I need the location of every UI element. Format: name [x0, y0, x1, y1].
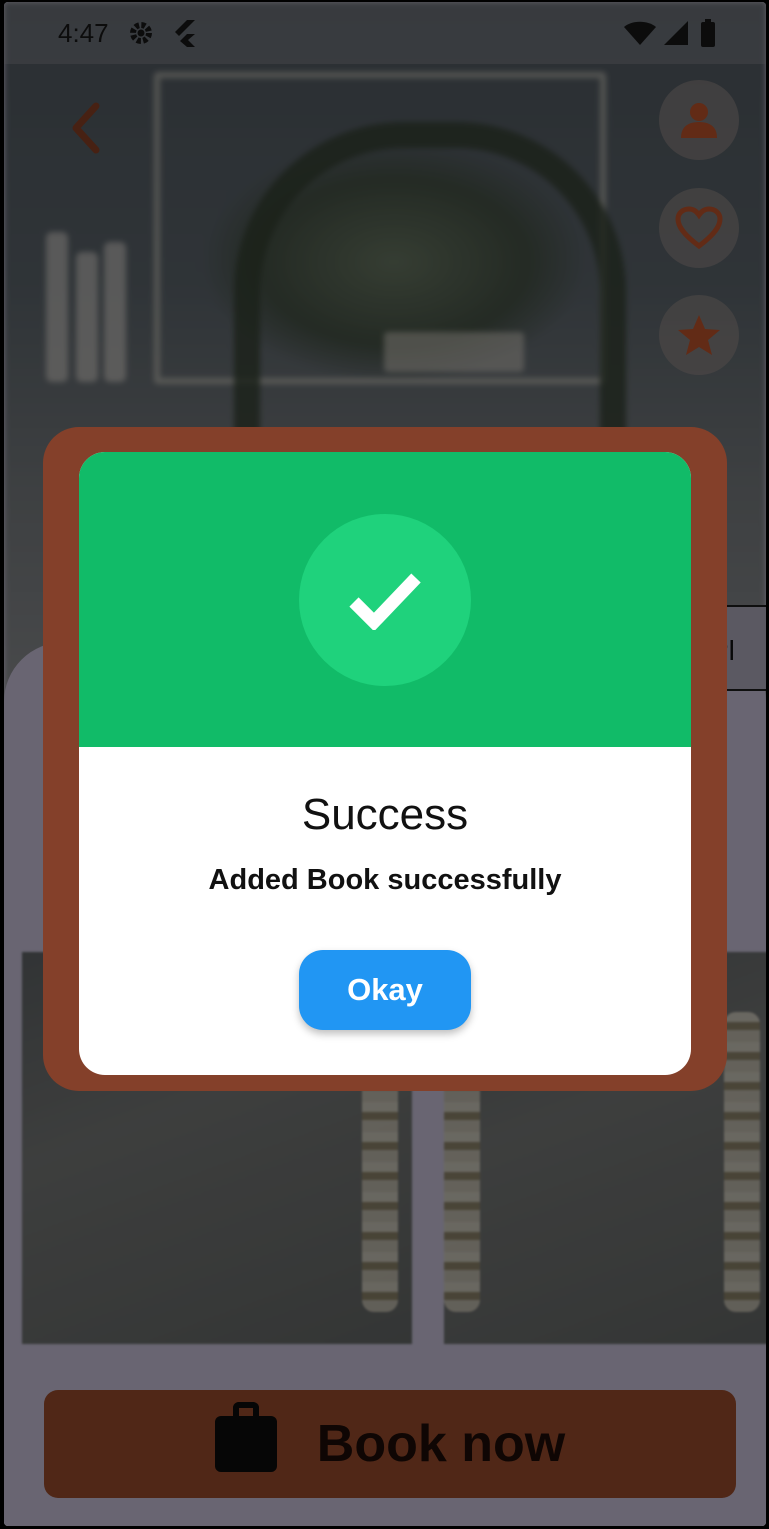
dialog-title: Success — [301, 790, 469, 839]
success-dialog: Success Added Book successfully Okay — [79, 452, 691, 1075]
check-icon — [349, 573, 421, 630]
dialog-message: Added Book successfully — [208, 864, 562, 896]
dialog-header — [79, 452, 691, 747]
okay-button[interactable]: Okay — [299, 950, 471, 1030]
check-circle — [299, 514, 471, 686]
